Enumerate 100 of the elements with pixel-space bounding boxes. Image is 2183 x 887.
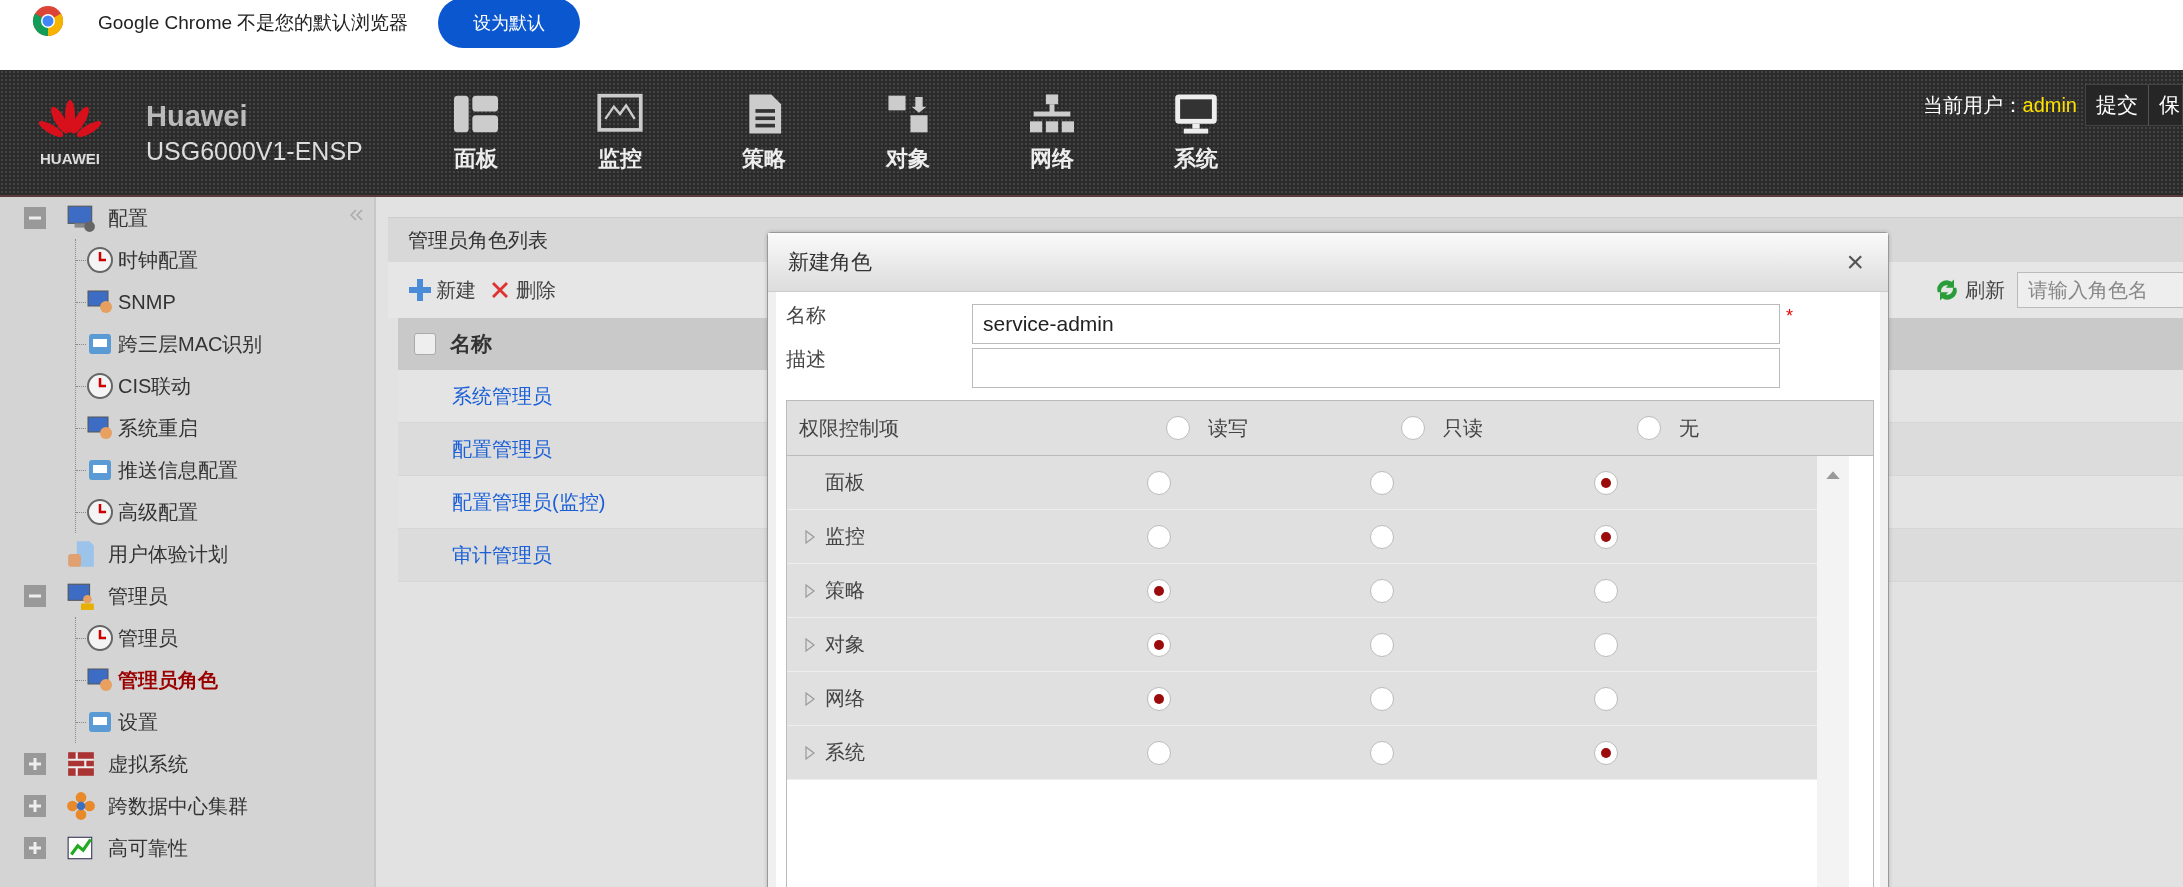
expand-arrow-icon[interactable] xyxy=(805,529,815,544)
role-link[interactable]: 系统管理员 xyxy=(452,382,552,410)
expand-toggle-icon[interactable] xyxy=(24,753,46,775)
dialog-title: 新建角色 xyxy=(788,249,872,275)
permission-label: 网络 xyxy=(825,686,865,711)
current-user-label: 当前用户： xyxy=(1922,92,2023,118)
required-mark: * xyxy=(1786,306,1793,327)
sidebar-item[interactable]: 设置 xyxy=(118,708,158,736)
nav-tab[interactable]: 网络 xyxy=(1008,91,1095,174)
expand-arrow-icon[interactable] xyxy=(805,745,815,760)
browser-logo-icon xyxy=(32,5,64,37)
radio-button[interactable] xyxy=(1146,686,1171,711)
collapse-toggle-icon[interactable] xyxy=(24,585,46,607)
plus-icon xyxy=(408,278,432,302)
column-header: 无 xyxy=(1679,415,1700,441)
brand-name: Huawei xyxy=(146,99,249,133)
close-button[interactable]: × xyxy=(1842,247,1868,277)
default-browser-message: Google Chrome 不是您的默认浏览器 xyxy=(98,11,409,35)
radio-button[interactable] xyxy=(1370,524,1395,549)
radio-button[interactable] xyxy=(1593,578,1618,603)
nav-tab[interactable]: 策略 xyxy=(720,91,807,174)
role-link[interactable]: 审计管理员 xyxy=(452,541,552,569)
sidebar-item[interactable]: 管理员 xyxy=(118,624,178,652)
radio-button[interactable] xyxy=(1593,524,1618,549)
radio-button[interactable] xyxy=(1146,578,1171,603)
radio-button[interactable] xyxy=(1370,686,1395,711)
grid-icon xyxy=(66,749,96,779)
radio-button[interactable] xyxy=(1370,632,1395,657)
radio-button[interactable] xyxy=(1370,740,1395,765)
nav-tab[interactable]: 监控 xyxy=(576,91,663,174)
permission-label: 面板 xyxy=(825,470,865,495)
panel-title: 管理员角色列表 xyxy=(408,227,548,253)
expand-arrow-icon[interactable] xyxy=(805,583,815,598)
radio-button[interactable] xyxy=(1146,740,1171,765)
role-link[interactable]: 配置管理员(监控) xyxy=(452,488,606,516)
collapse-toggle-icon[interactable] xyxy=(24,207,46,229)
sidebar-item[interactable]: CIS联动 xyxy=(118,372,192,400)
collapse-icon[interactable] xyxy=(350,209,364,221)
expand-toggle-icon[interactable] xyxy=(24,837,46,859)
delete-button[interactable]: 删除 xyxy=(488,276,556,304)
permission-label: 策略 xyxy=(825,578,865,603)
radio-button[interactable] xyxy=(1637,416,1662,440)
expand-arrow-icon[interactable] xyxy=(805,637,815,652)
computer-gear-icon xyxy=(66,203,96,233)
set-default-button[interactable]: 设为默认 xyxy=(438,0,581,48)
permission-label: 监控 xyxy=(825,524,865,549)
current-user-name: admin xyxy=(2022,93,2077,117)
radio-button[interactable] xyxy=(1401,416,1426,440)
device-model: USG6000V1-ENSP xyxy=(146,136,363,166)
select-all-checkbox[interactable] xyxy=(414,333,436,355)
search-field[interactable]: 请输入角色名 xyxy=(2017,272,2183,308)
scroll-up-icon[interactable] xyxy=(1826,470,1840,479)
radio-button[interactable] xyxy=(1370,470,1395,495)
sidebar-item[interactable]: 高级配置 xyxy=(118,498,198,526)
role-link[interactable]: 配置管理员 xyxy=(452,435,552,463)
column-header: 名称 xyxy=(450,331,492,357)
logo-text: HUAWEI xyxy=(40,150,100,167)
sidebar-item[interactable]: 虚拟系统 xyxy=(108,750,188,778)
column-header: 只读 xyxy=(1443,415,1484,441)
expand-arrow-icon[interactable] xyxy=(805,691,815,706)
sidebar-item[interactable]: 用户体验计划 xyxy=(108,540,228,568)
radio-button[interactable] xyxy=(1593,686,1618,711)
input-field[interactable] xyxy=(972,348,1780,388)
permission-label: 系统 xyxy=(825,740,865,765)
sidebar-item[interactable]: 管理员 xyxy=(108,582,168,610)
radio-button[interactable] xyxy=(1146,524,1171,549)
sidebar-item[interactable]: 配置 xyxy=(108,204,148,232)
radio-button[interactable] xyxy=(1146,632,1171,657)
column-header: 读写 xyxy=(1207,415,1248,441)
input-field[interactable]: service-admin xyxy=(972,304,1780,344)
nav-tab[interactable]: 对象 xyxy=(864,91,951,174)
column-header: 权限控制项 xyxy=(798,415,900,441)
sidebar-item[interactable]: 推送信息配置 xyxy=(118,456,238,484)
header-action-button[interactable]: 提交 xyxy=(2086,85,2149,125)
sidebar-item[interactable]: SNMP xyxy=(118,290,176,314)
sidebar-item[interactable]: 时钟配置 xyxy=(118,246,198,274)
clock-icon xyxy=(86,246,114,274)
scrollbar[interactable] xyxy=(1817,456,1849,887)
sidebar-item[interactable]: 跨数据中心集群 xyxy=(108,792,248,820)
field-label: 描述 xyxy=(786,347,827,372)
flower-icon xyxy=(66,791,96,821)
user-doc-icon xyxy=(66,539,96,569)
sidebar-item[interactable]: 高可靠性 xyxy=(108,834,188,862)
radio-button[interactable] xyxy=(1593,740,1618,765)
new-button[interactable]: 新建 xyxy=(408,276,476,304)
permission-label: 对象 xyxy=(825,632,865,657)
nav-tab[interactable]: 系统 xyxy=(1152,91,1239,174)
radio-button[interactable] xyxy=(1146,470,1171,495)
radio-button[interactable] xyxy=(1593,470,1618,495)
refresh-button[interactable]: 刷新 xyxy=(1933,276,2005,304)
header-action-button[interactable]: 保 xyxy=(2149,85,2182,125)
radio-button[interactable] xyxy=(1165,416,1190,440)
expand-toggle-icon[interactable] xyxy=(24,795,46,817)
sidebar-item[interactable]: 管理员角色 xyxy=(118,666,218,694)
radio-button[interactable] xyxy=(1593,632,1618,657)
sidebar-item[interactable]: 跨三层MAC识别 xyxy=(118,330,263,358)
nav-tab[interactable]: 面板 xyxy=(432,91,519,174)
sidebar-item[interactable]: 系统重启 xyxy=(118,414,198,442)
radio-button[interactable] xyxy=(1370,578,1395,603)
field-label: 名称 xyxy=(786,303,827,328)
